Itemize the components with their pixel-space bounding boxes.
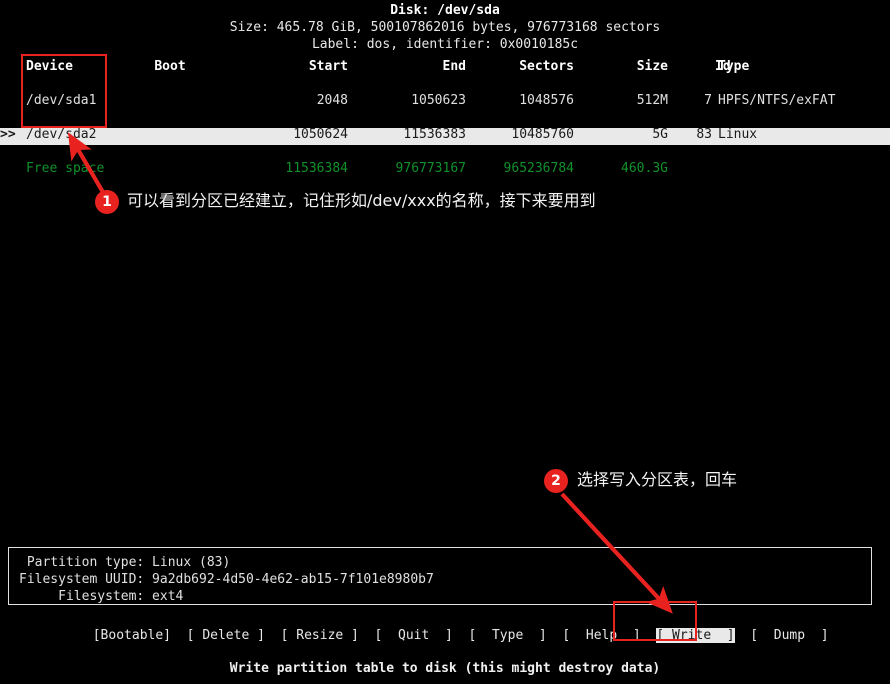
cell-sectors: 10485760 [470, 128, 574, 141]
menu-item-resize[interactable]: [ Resize ] [281, 628, 359, 643]
annotation-badge-2: 2 [544, 469, 568, 493]
table-row[interactable]: /dev/sda1 2048 1050623 1048576 512M 7 HP… [0, 94, 890, 111]
cell-sectors: 1048576 [470, 94, 574, 107]
cell-end: 1050623 [358, 94, 466, 107]
partition-info-box: Partition type: Linux (83) Filesystem UU… [8, 547, 872, 605]
cell-device: /dev/sda2 [26, 128, 96, 141]
cell-end: 11536383 [358, 128, 466, 141]
row-selection-marker: >> [0, 128, 20, 141]
menu-gap [547, 628, 563, 643]
cell-end: 976773167 [358, 162, 466, 175]
annotation-badge-1: 1 [95, 190, 119, 214]
cell-device: /dev/sda1 [26, 94, 96, 107]
info-filesystem-uuid: Filesystem UUID: 9a2db692-4d50-4e62-ab15… [19, 573, 434, 586]
menu-item-dump[interactable]: [ Dump ] [750, 628, 828, 643]
column-header-end: End [358, 60, 466, 73]
menu-item-quit[interactable]: [ Quit ] [375, 628, 453, 643]
partition-table: Device Boot Start End Sectors Size Id Ty… [0, 60, 890, 128]
table-row-free-space[interactable]: Free space 11536384 976773167 965236784 … [0, 162, 890, 179]
menu-item-write[interactable]: [ Write ] [656, 628, 734, 643]
cell-id: 83 [690, 128, 712, 141]
terminal-screen: Disk: /dev/sda Size: 465.78 GiB, 5001078… [0, 0, 890, 684]
column-header-sectors: Sectors [470, 60, 574, 73]
column-header-size: Size [590, 60, 668, 73]
cell-size: 512M [590, 94, 668, 107]
disk-size-line: Size: 465.78 GiB, 500107862016 bytes, 97… [0, 21, 890, 34]
annotation-text-1: 可以看到分区已经建立，记住形如/dev/xxx的名称，接下来要用到 [127, 193, 596, 209]
cell-id: 7 [690, 94, 712, 107]
table-row-selected[interactable]: >> /dev/sda2 1050624 11536383 10485760 5… [0, 128, 890, 145]
column-header-type: Type [718, 60, 749, 73]
info-partition-type: Partition type: Linux (83) [19, 556, 230, 569]
column-header-device: Device [26, 60, 73, 73]
cell-start: 1050624 [240, 128, 348, 141]
menu-gap [359, 628, 375, 643]
cell-type: Linux [718, 128, 757, 141]
menu-item-help[interactable]: [ Help ] [562, 628, 640, 643]
cell-size: 5G [590, 128, 668, 141]
menu-item-delete[interactable]: [ Delete ] [187, 628, 265, 643]
menu-bar: [Bootable] [ Delete ] [ Resize ] [ Quit … [0, 616, 890, 655]
menu-gap [641, 628, 657, 643]
menu-gap [171, 628, 187, 643]
cell-start: 11536384 [240, 162, 348, 175]
info-filesystem: Filesystem: ext4 [19, 590, 183, 603]
disk-title: Disk: /dev/sda [0, 4, 890, 17]
menu-gap [265, 628, 281, 643]
disk-label-line: Label: dos, identifier: 0x0010185c [0, 38, 890, 51]
status-line: Write partition table to disk (this migh… [0, 662, 890, 675]
cell-type: HPFS/NTFS/exFAT [718, 94, 835, 107]
menu-gap [735, 628, 751, 643]
annotation-text-2: 选择写入分区表，回车 [577, 472, 737, 488]
menu-item-bootable[interactable]: [Bootable] [93, 628, 171, 643]
column-header-boot: Boot [120, 60, 220, 73]
cell-size: 460.3G [590, 162, 668, 175]
cell-start: 2048 [240, 94, 348, 107]
menu-gap [453, 628, 469, 643]
cell-device: Free space [26, 162, 104, 175]
table-header-row: Device Boot Start End Sectors Size Id Ty… [0, 60, 890, 77]
cell-sectors: 965236784 [470, 162, 574, 175]
menu-item-type[interactable]: [ Type ] [468, 628, 546, 643]
column-header-start: Start [240, 60, 348, 73]
